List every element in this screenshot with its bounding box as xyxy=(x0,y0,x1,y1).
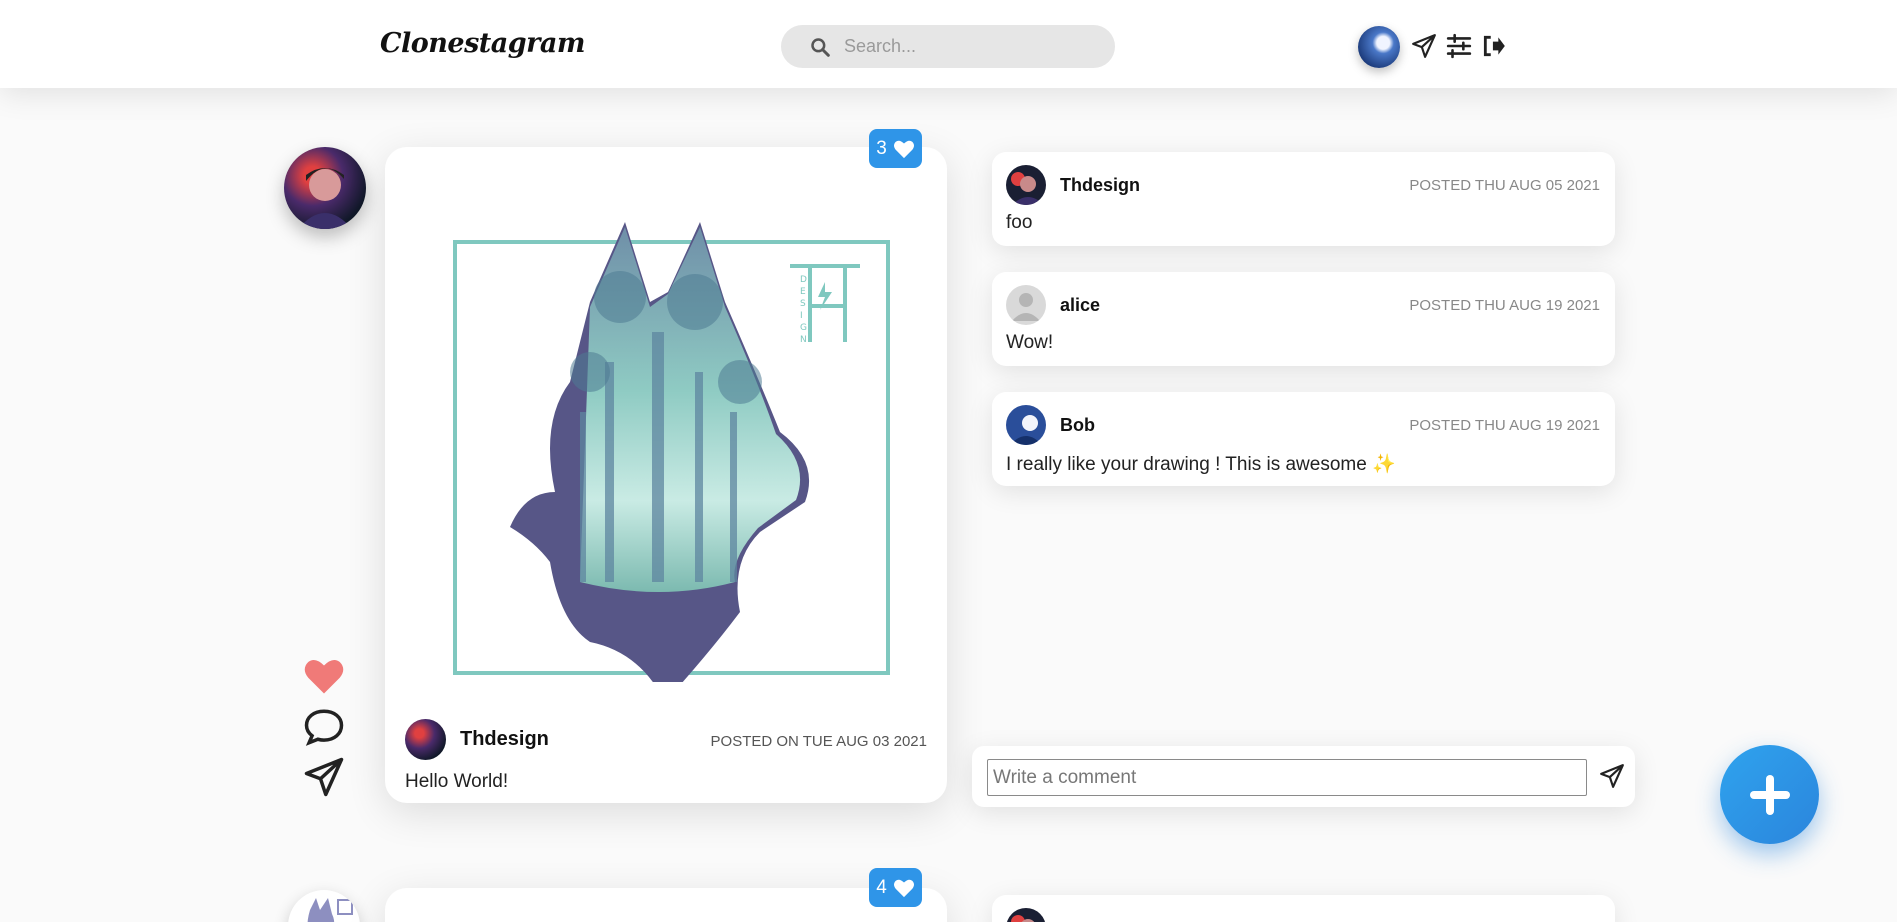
art-letter: E xyxy=(800,287,806,297)
comment-date: POSTED THU AUG 05 2021 xyxy=(1409,177,1600,194)
post2-like-count-badge: 4 xyxy=(869,868,922,907)
send-comment-icon[interactable] xyxy=(1599,763,1625,789)
post-footer-avatar[interactable] xyxy=(405,719,446,760)
settings-sliders-icon[interactable] xyxy=(1446,33,1472,59)
comment-card: Thdesign POSTED THU AUG 05 2021 foo xyxy=(992,152,1615,246)
send-icon[interactable] xyxy=(1411,33,1437,59)
comment-date: POSTED THU AUG 19 2021 xyxy=(1409,417,1600,434)
comment-date: POSTED THU AUG 19 2021 xyxy=(1409,297,1600,314)
comment-bubble-icon[interactable] xyxy=(303,706,345,748)
comment-avatar[interactable] xyxy=(1006,405,1046,445)
search-icon xyxy=(811,37,830,57)
post2-comment-card xyxy=(992,895,1615,922)
post-author-avatar[interactable] xyxy=(284,147,366,229)
comment-text: Wow! xyxy=(1006,332,1054,353)
post2-author-avatar[interactable] xyxy=(288,890,360,922)
like-heart-icon[interactable] xyxy=(303,655,345,697)
comment-author[interactable]: Bob xyxy=(1060,415,1095,436)
like-count: 3 xyxy=(876,137,887,159)
post-author-name[interactable]: Thdesign xyxy=(460,728,549,751)
profile-avatar[interactable] xyxy=(1358,26,1400,68)
post-caption: Hello World! xyxy=(405,771,509,792)
comment-avatar-default[interactable] xyxy=(1006,285,1046,325)
post2-card xyxy=(385,888,947,922)
share-send-icon[interactable] xyxy=(303,756,345,798)
art-letter: I xyxy=(800,311,803,321)
plus-icon xyxy=(1749,774,1790,815)
art-letter: D xyxy=(800,275,807,285)
comment-input[interactable] xyxy=(987,759,1587,796)
comment-avatar[interactable] xyxy=(1006,908,1046,922)
post-date: POSTED ON TUE AUG 03 2021 xyxy=(710,733,927,750)
comment-card: alice POSTED THU AUG 19 2021 Wow! xyxy=(992,272,1615,366)
art-letter: G xyxy=(800,323,807,333)
search-input[interactable] xyxy=(844,36,1084,57)
new-post-button[interactable] xyxy=(1720,745,1819,844)
like-count-badge: 3 xyxy=(869,129,922,168)
comment-form xyxy=(972,746,1635,807)
heart-icon xyxy=(893,140,914,158)
comment-author[interactable]: alice xyxy=(1060,295,1100,316)
search-bar[interactable] xyxy=(781,25,1115,68)
post-card: D E S I G N Thdesign POSTED ON TUE AUG 0… xyxy=(385,147,947,803)
like-count: 4 xyxy=(876,876,887,898)
comment-text: I really like your drawing ! This is awe… xyxy=(1006,454,1396,475)
logout-icon[interactable] xyxy=(1481,33,1507,59)
comment-avatar[interactable] xyxy=(1006,165,1046,205)
app-logo[interactable]: Clonestagram xyxy=(380,28,585,59)
comment-text: foo xyxy=(1006,212,1033,233)
comment-card: Bob POSTED THU AUG 19 2021 I really like… xyxy=(992,392,1615,486)
post-image[interactable]: D E S I G N xyxy=(440,182,890,702)
comment-author[interactable]: Thdesign xyxy=(1060,175,1140,196)
top-navbar: Clonestagram xyxy=(0,0,1897,88)
art-letter: N xyxy=(800,335,807,345)
heart-icon xyxy=(893,879,914,897)
art-letter: S xyxy=(800,299,806,309)
